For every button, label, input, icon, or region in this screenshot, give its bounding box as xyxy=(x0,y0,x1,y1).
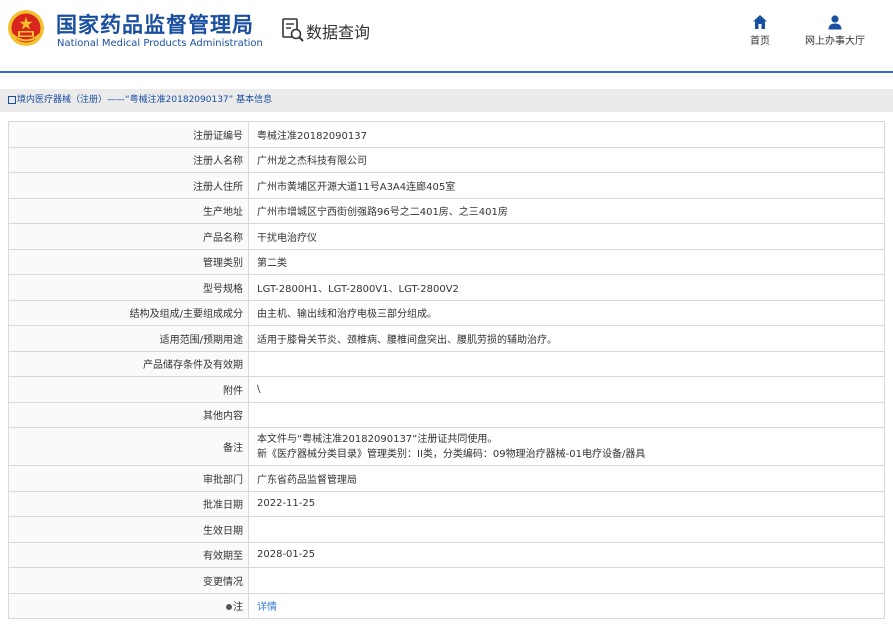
table-row: 其他内容 xyxy=(8,401,885,428)
field-value: 适用于膝骨关节炎、颈椎病、腰椎间盘突出、腰肌劳损的辅助治疗。 xyxy=(248,325,885,352)
field-label: 注册人住所 xyxy=(8,172,249,199)
field-value xyxy=(248,350,885,377)
table-row-remark: 备注 本文件与“粤械注准20182090137”注册证共同使用。 新《医疗器械分… xyxy=(8,427,885,466)
field-label: 型号规格 xyxy=(8,274,249,301)
nav-home-link[interactable]: 首页 xyxy=(743,14,777,48)
table-row: 有效期至 2028-01-25 xyxy=(8,541,885,568)
details-link[interactable]: 详情 xyxy=(257,602,277,613)
field-value: 由主机、输出线和治疗电极三部分组成。 xyxy=(248,299,885,326)
document-icon xyxy=(8,95,16,104)
document-search-icon xyxy=(282,18,304,42)
field-value: 广州市增城区宁西街创强路96号之二401房、之三401房 xyxy=(248,197,885,224)
remark-line: 新《医疗器械分类目录》管理类别：II类，分类编码：09物理治疗器械-01电疗设备… xyxy=(257,448,646,460)
field-label: 备注 xyxy=(8,427,249,466)
table-row: 变更情况 xyxy=(8,567,885,594)
field-value: 干扰电治疗仪 xyxy=(248,223,885,250)
breadcrumb-text: 境内医疗器械（注册）——“粤械注准20182090137” 基本信息 xyxy=(17,95,273,105)
field-label: 审批部门 xyxy=(8,465,249,492)
nav-online-office-label: 网上办事大厅 xyxy=(805,36,865,47)
field-label: 批准日期 xyxy=(8,490,249,517)
field-label: 生效日期 xyxy=(8,516,249,543)
field-value: 粤械注准20182090137 xyxy=(248,121,885,148)
header-divider xyxy=(0,71,893,73)
national-emblem-icon xyxy=(8,10,44,46)
field-value: LGT-2800H1、LGT-2800V1、LGT-2800V2 xyxy=(248,274,885,301)
section-title: 数据查询 xyxy=(306,23,371,42)
field-label: 变更情况 xyxy=(8,567,249,594)
field-value: 广东省药品监督管理局 xyxy=(248,465,885,492)
field-label: 生产地址 xyxy=(8,197,249,224)
table-row: 产品储存条件及有效期 xyxy=(8,350,885,377)
table-row: 适用范围/预期用途 适用于膝骨关节炎、颈椎病、腰椎间盘突出、腰肌劳损的辅助治疗。 xyxy=(8,325,885,352)
table-row: 生效日期 xyxy=(8,516,885,543)
remark-line: 本文件与“粤械注准20182090137”注册证共同使用。 xyxy=(257,433,498,445)
table-row: 结构及组成/主要组成成分 由主机、输出线和治疗电极三部分组成。 xyxy=(8,299,885,326)
field-label: 结构及组成/主要组成成分 xyxy=(8,299,249,326)
table-row: 注册证编号 粤械注准20182090137 xyxy=(8,121,885,148)
site-header: 国家药品监督管理局 National Medical Products Admi… xyxy=(0,0,893,70)
nav-online-office-link[interactable]: 网上办事大厅 xyxy=(799,14,871,48)
field-value: 2028-01-25 xyxy=(248,541,885,568)
note-label-cell: 注 xyxy=(8,592,249,619)
breadcrumb: 境内医疗器械（注册）——“粤械注准20182090137” 基本信息 xyxy=(0,89,893,112)
table-row: 附件 \ xyxy=(8,376,885,403)
org-name-cn: 国家药品监督管理局 xyxy=(56,13,254,37)
table-row: 审批部门 广东省药品监督管理局 xyxy=(8,465,885,492)
field-label: 管理类别 xyxy=(8,248,249,275)
table-row: 注册人住所 广州市黄埔区开源大道11号A3A4连廊405室 xyxy=(8,172,885,199)
home-icon xyxy=(753,15,767,29)
field-value xyxy=(248,516,885,543)
nav-home-label: 首页 xyxy=(750,36,770,47)
field-label: 适用范围/预期用途 xyxy=(8,325,249,352)
field-value xyxy=(248,567,885,594)
field-label: 产品名称 xyxy=(8,223,249,250)
field-value: 2022-11-25 xyxy=(248,490,885,517)
field-value: \ xyxy=(248,376,885,403)
field-label: 附件 xyxy=(8,376,249,403)
note-value-cell: 详情 xyxy=(248,592,885,619)
field-label: 有效期至 xyxy=(8,541,249,568)
remark-value: 本文件与“粤械注准20182090137”注册证共同使用。 新《医疗器械分类目录… xyxy=(248,427,885,466)
field-label: 注册证编号 xyxy=(8,121,249,148)
field-value: 广州龙之杰科技有限公司 xyxy=(248,146,885,173)
field-label: 产品储存条件及有效期 xyxy=(8,350,249,377)
table-row-note: 注 详情 xyxy=(8,592,885,619)
field-label: 其他内容 xyxy=(8,401,249,428)
field-value: 第二类 xyxy=(248,248,885,275)
field-label: 注 xyxy=(233,602,243,614)
table-row: 批准日期 2022-11-25 xyxy=(8,490,885,517)
bullet-icon xyxy=(226,604,232,611)
table-row: 生产地址 广州市增城区宁西街创强路96号之二401房、之三401房 xyxy=(8,197,885,224)
field-value xyxy=(248,401,885,428)
user-icon xyxy=(828,15,842,30)
table-row: 产品名称 干扰电治疗仪 xyxy=(8,223,885,250)
table-row: 管理类别 第二类 xyxy=(8,248,885,275)
org-name-en: National Medical Products Administration xyxy=(57,38,263,49)
table-row: 型号规格 LGT-2800H1、LGT-2800V1、LGT-2800V2 xyxy=(8,274,885,301)
field-label: 注册人名称 xyxy=(8,146,249,173)
table-row: 注册人名称 广州龙之杰科技有限公司 xyxy=(8,146,885,173)
record-detail-table: 注册证编号 粤械注准20182090137 注册人名称 广州龙之杰科技有限公司 … xyxy=(8,121,885,619)
field-value: 广州市黄埔区开源大道11号A3A4连廊405室 xyxy=(248,172,885,199)
